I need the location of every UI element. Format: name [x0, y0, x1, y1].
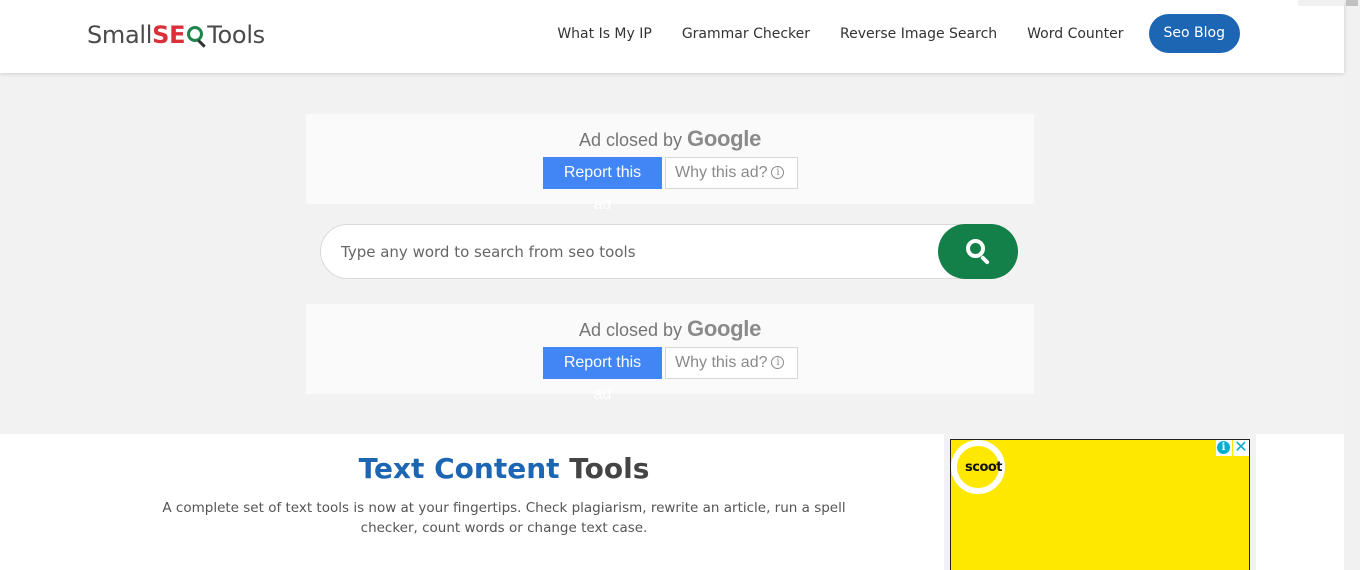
section-description: A complete set of text tools is now at y… [162, 500, 846, 536]
ad-slot-middle: Ad closed by Google Report this ad Why t… [306, 304, 1034, 403]
google-wordmark: Google [687, 126, 762, 151]
seo-blog-button[interactable]: Seo Blog [1148, 14, 1240, 53]
scoot-ad-banner[interactable]: scoot i ✕ [950, 439, 1250, 570]
ad-close-icon[interactable]: ✕ [1233, 440, 1249, 456]
tool-search-bar [320, 224, 1018, 279]
why-this-ad-button[interactable]: Why this ad? i [665, 157, 798, 189]
search-button[interactable] [938, 224, 1018, 279]
section-title: Text Content Tools [358, 452, 650, 485]
side-ad: scoot i ✕ [944, 434, 1256, 570]
ad-info-icon[interactable]: i [1216, 440, 1232, 456]
nav-what-is-my-ip[interactable]: What Is My IP [557, 15, 652, 53]
ad-closed-text: Ad closed by Google [578, 126, 762, 151]
main-nav: What Is My IP Grammar Checker Reverse Im… [527, 14, 1240, 53]
page-scrollbar[interactable] [1344, 0, 1360, 570]
ad-slot-top: Ad closed by Google Report this ad Why t… [306, 114, 1034, 213]
nav-word-counter[interactable]: Word Counter [1027, 15, 1123, 53]
logo-text-tools: Tools [207, 21, 265, 49]
report-ad-button[interactable]: Report this ad [543, 157, 662, 213]
info-icon: i [771, 356, 785, 370]
nav-grammar-checker[interactable]: Grammar Checker [682, 15, 810, 53]
why-this-ad-button[interactable]: Why this ad? i [665, 347, 798, 379]
site-header: Small SE Tools What Is My IP Grammar Che… [0, 0, 1344, 73]
info-icon: i [771, 166, 785, 180]
ad-closed-text: Ad closed by Google [578, 316, 762, 341]
scrollbar-thumb[interactable] [1346, 0, 1358, 6]
magnifier-logo-icon [186, 24, 207, 48]
nav-reverse-image-search[interactable]: Reverse Image Search [840, 15, 997, 53]
logo-text-small: Small [87, 21, 153, 49]
scoot-logo-text: scoot [965, 460, 1003, 475]
logo-text-seo: SE [152, 21, 207, 49]
google-wordmark: Google [687, 316, 762, 341]
search-input[interactable] [341, 239, 921, 265]
report-ad-button[interactable]: Report this ad [543, 347, 662, 403]
site-logo[interactable]: Small SE Tools [87, 19, 265, 51]
scoot-logo-badge: scoot [951, 440, 1005, 494]
top-strip [1298, 0, 1344, 6]
